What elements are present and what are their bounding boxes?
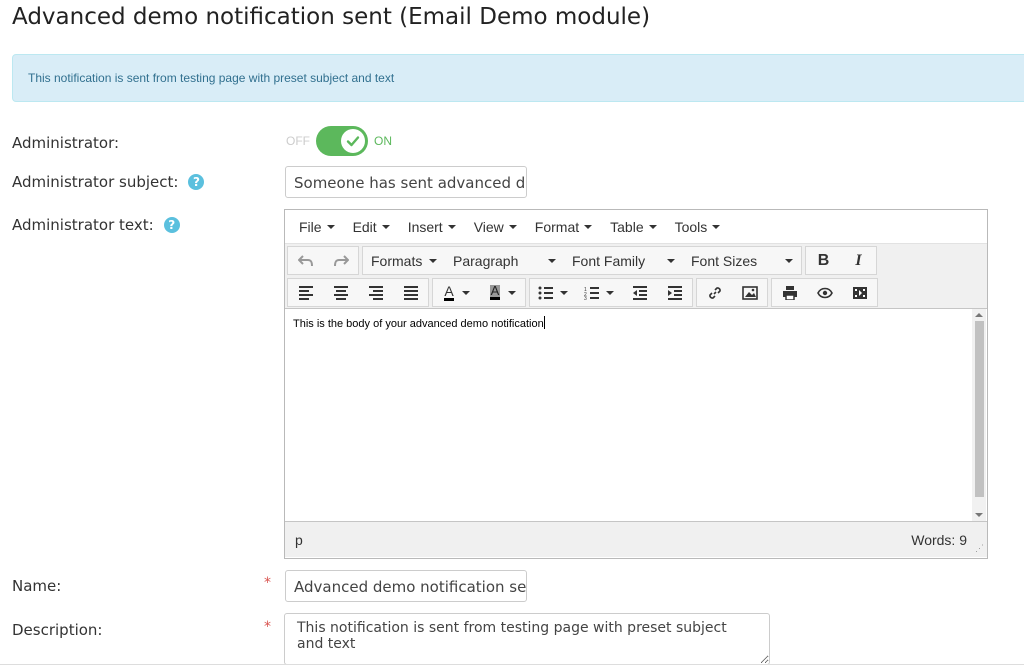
paragraph-select[interactable]: Paragraph xyxy=(445,253,564,269)
undo-icon[interactable] xyxy=(288,247,323,274)
editor-toolbar: Formats Paragraph Font Family Font Sizes… xyxy=(285,244,987,309)
menu-tools[interactable]: Tools xyxy=(666,219,730,235)
name-label: Name: xyxy=(12,577,62,595)
caret-down-icon xyxy=(447,224,456,229)
word-count: Words: 9 xyxy=(911,531,967,548)
caret-down-icon xyxy=(667,258,675,263)
align-left-icon[interactable] xyxy=(288,279,323,306)
caret-down-icon xyxy=(584,224,593,229)
divider xyxy=(0,664,1024,665)
link-icon[interactable] xyxy=(697,279,732,306)
name-input[interactable]: Advanced demo notification sent xyxy=(285,570,527,602)
font-family-select[interactable]: Font Family xyxy=(564,253,683,269)
caret-down-icon xyxy=(381,224,390,229)
menu-view[interactable]: View xyxy=(465,219,526,235)
menu-file[interactable]: File xyxy=(290,219,344,235)
rich-text-editor: File Edit Insert View Format Table Tools… xyxy=(284,209,988,559)
help-icon[interactable]: ? xyxy=(188,174,205,190)
scroll-thumb[interactable] xyxy=(975,321,984,497)
caret-down-icon xyxy=(548,258,556,263)
editor-scrollbar[interactable] xyxy=(972,309,986,521)
info-alert: This notification is sent from testing p… xyxy=(12,54,1024,102)
resize-handle-icon[interactable]: ⋰ xyxy=(975,543,984,554)
toggle-switch[interactable] xyxy=(316,126,368,156)
media-icon[interactable] xyxy=(842,279,877,306)
element-path[interactable]: p xyxy=(295,532,303,548)
subject-input[interactable]: Someone has sent advanced demo notificat… xyxy=(285,166,527,198)
outdent-icon[interactable] xyxy=(622,279,657,306)
caret-down-icon xyxy=(508,224,517,229)
editor-body-text[interactable]: This is the body of your advanced demo n… xyxy=(293,316,545,330)
align-justify-icon[interactable] xyxy=(393,279,428,306)
toggle-off-label: OFF xyxy=(286,134,310,148)
caret-down-icon xyxy=(606,290,614,295)
page-title: Advanced demo notification sent (Email D… xyxy=(12,4,651,30)
font-sizes-select[interactable]: Font Sizes xyxy=(683,253,801,269)
numbered-list-icon: 123 xyxy=(584,286,599,300)
align-center-icon[interactable] xyxy=(323,279,358,306)
menu-insert[interactable]: Insert xyxy=(399,219,465,235)
caret-down-icon xyxy=(326,224,335,229)
description-textarea[interactable]: This notification is sent from testing p… xyxy=(284,613,770,665)
text-label: Administrator text: ? xyxy=(12,216,180,234)
text-color-button[interactable]: A xyxy=(433,279,481,306)
numbered-list-button[interactable]: 123 xyxy=(576,279,622,306)
bullet-list-button[interactable] xyxy=(530,279,576,306)
caret-down-icon xyxy=(560,290,568,295)
editor-statusbar: p Words: 9 ⋰ xyxy=(285,521,987,557)
redo-icon[interactable] xyxy=(323,247,358,274)
caret-down-icon xyxy=(461,290,470,295)
formats-select[interactable]: Formats xyxy=(363,253,445,269)
help-icon[interactable]: ? xyxy=(163,217,180,233)
svg-text:3: 3 xyxy=(584,296,587,300)
description-label: Description: xyxy=(12,621,103,639)
caret-down-icon xyxy=(712,224,721,229)
background-color-button[interactable]: A xyxy=(481,279,525,306)
print-icon[interactable] xyxy=(772,279,807,306)
italic-button[interactable]: I xyxy=(841,247,876,274)
menu-edit[interactable]: Edit xyxy=(344,219,399,235)
text-color-icon: A xyxy=(444,282,454,301)
menu-format[interactable]: Format xyxy=(526,219,601,235)
caret-down-icon xyxy=(785,258,793,263)
bold-button[interactable]: B xyxy=(806,247,841,274)
background-color-icon: A xyxy=(489,283,501,300)
editor-content[interactable]: This is the body of your advanced demo n… xyxy=(285,309,987,521)
indent-icon[interactable] xyxy=(657,279,692,306)
editor-menubar: File Edit Insert View Format Table Tools xyxy=(285,210,987,244)
subject-label: Administrator subject: ? xyxy=(12,173,205,191)
caret-down-icon xyxy=(648,224,657,229)
administrator-toggle[interactable]: OFF ON xyxy=(286,126,392,156)
menu-table[interactable]: Table xyxy=(601,219,665,235)
bullet-list-icon xyxy=(538,286,553,299)
caret-down-icon xyxy=(508,290,517,295)
administrator-label: Administrator: xyxy=(12,134,120,152)
required-marker: * xyxy=(264,575,271,591)
scroll-up-icon[interactable] xyxy=(975,313,983,317)
required-marker: * xyxy=(264,619,271,635)
preview-icon[interactable] xyxy=(807,279,842,306)
check-icon xyxy=(341,129,365,153)
align-right-icon[interactable] xyxy=(358,279,393,306)
text-cursor xyxy=(543,316,545,329)
image-icon[interactable] xyxy=(732,279,767,306)
caret-down-icon xyxy=(429,258,437,263)
toggle-on-label: ON xyxy=(374,134,392,148)
scroll-down-icon[interactable] xyxy=(975,513,983,517)
